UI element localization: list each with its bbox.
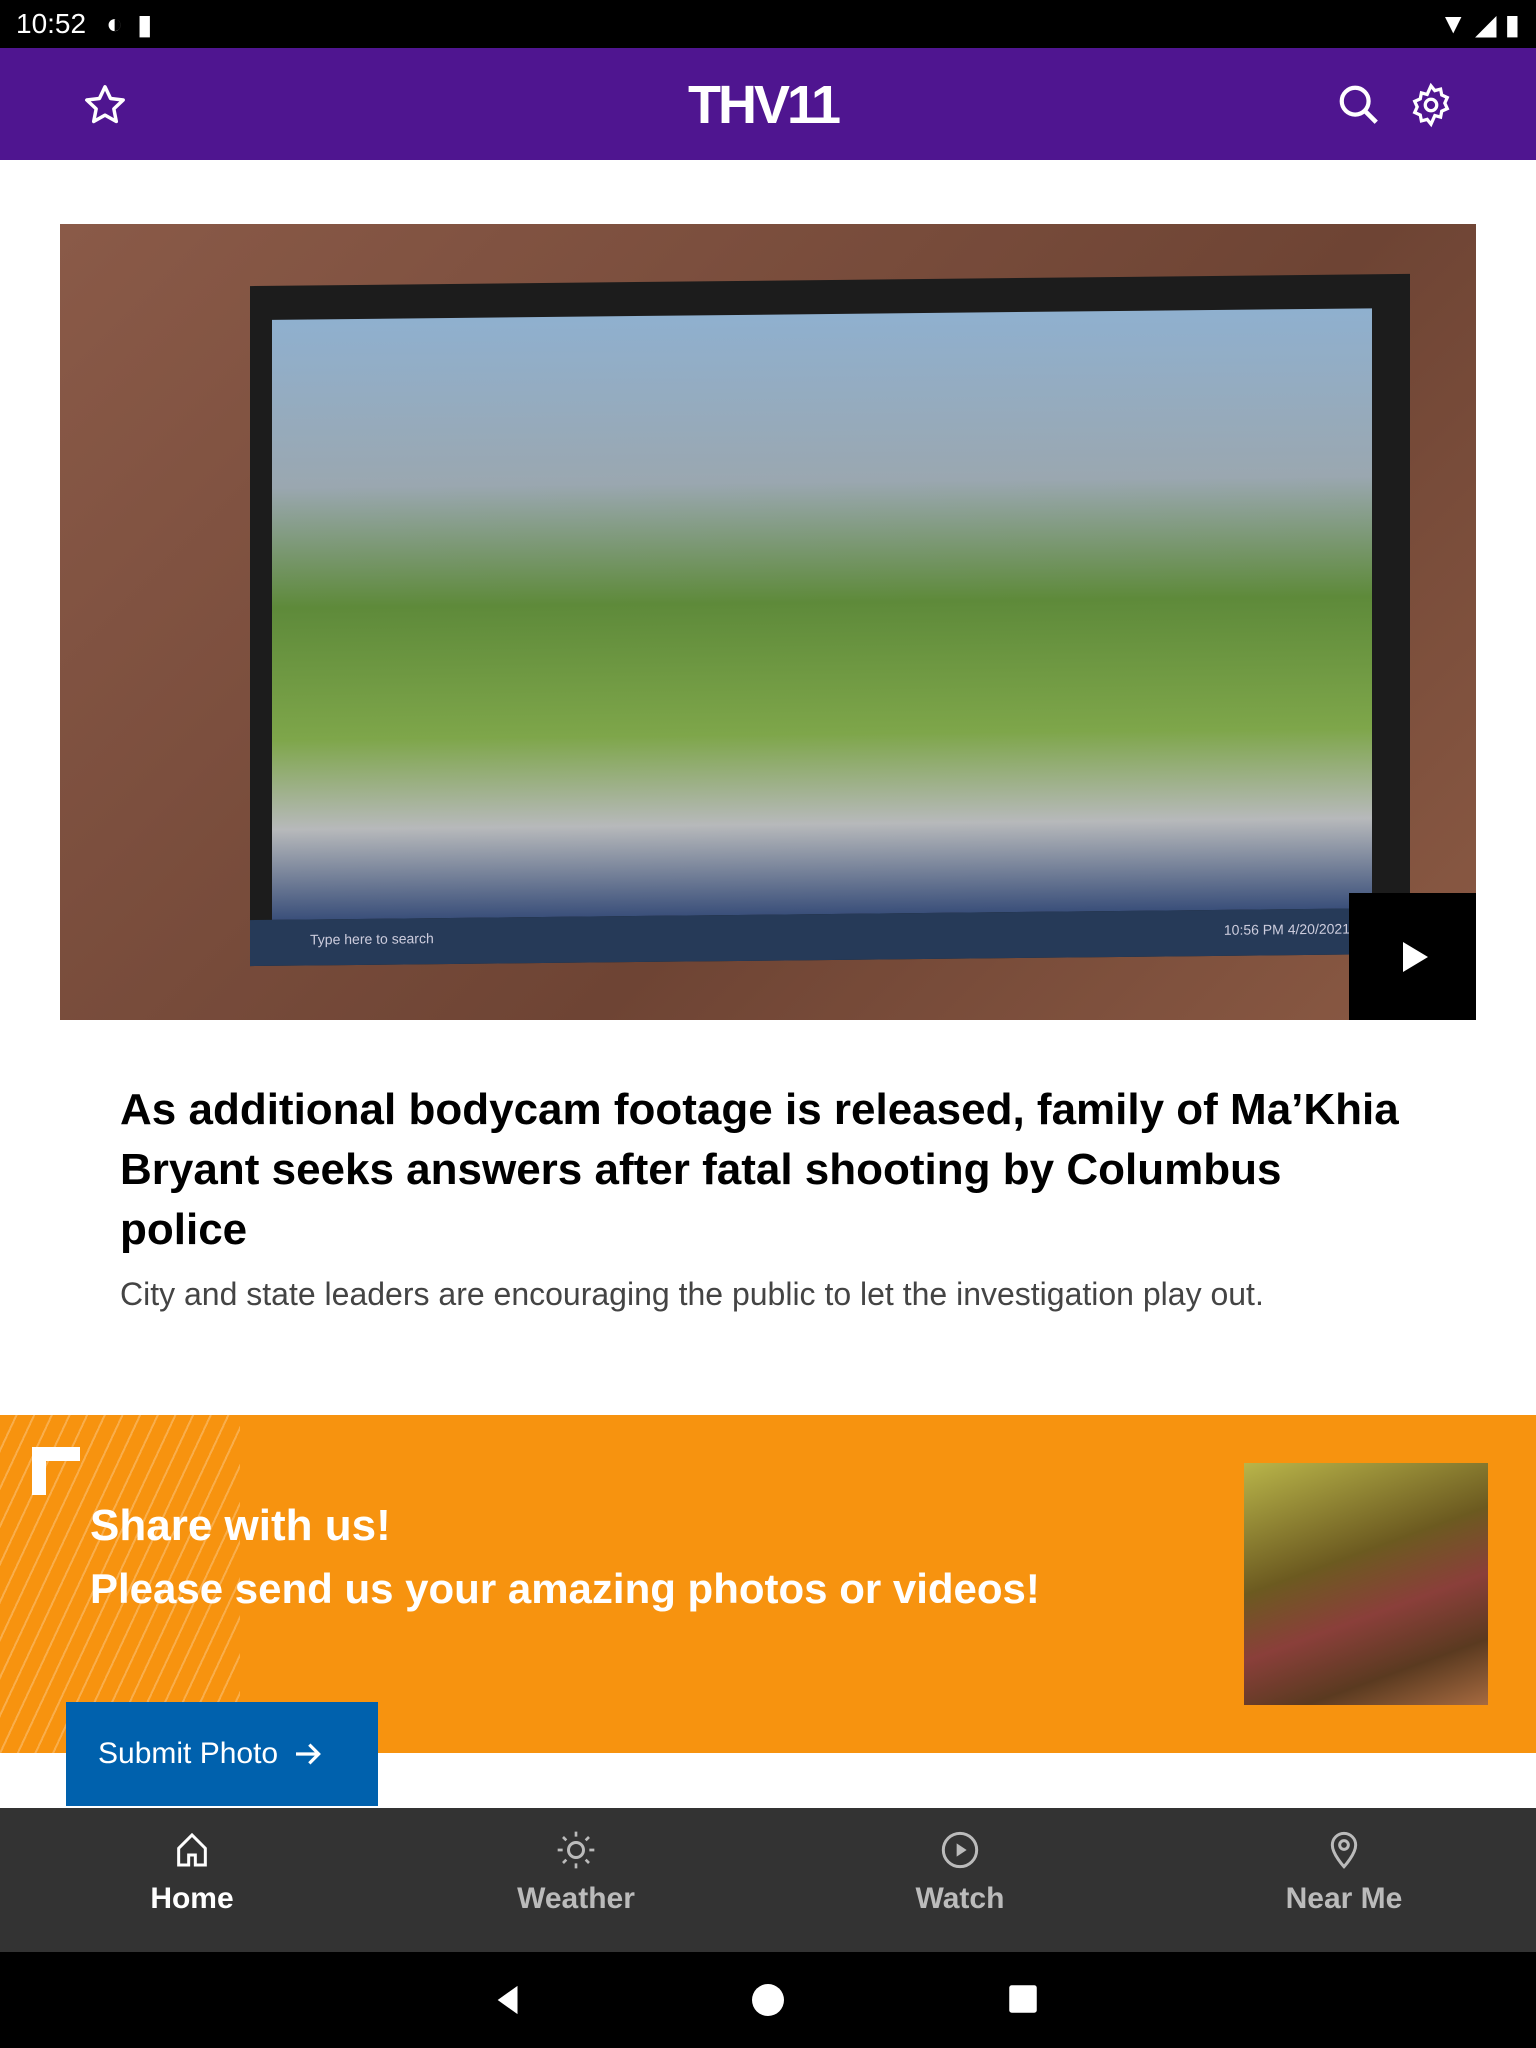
hero-video-thumbnail[interactable]: Type here to search 10:56 PM 4/20/2021 <box>60 224 1476 1020</box>
video-screen: Type here to search 10:56 PM 4/20/2021 <box>250 273 1410 967</box>
gear-icon[interactable] <box>1408 82 1454 128</box>
taskbar-search-text: Type here to search <box>310 930 434 948</box>
nav-home[interactable]: Home <box>0 1808 384 1952</box>
wifi-icon: ▼ <box>1439 8 1468 39</box>
signal-icon: ◢ <box>1475 8 1497 40</box>
nav-label: Near Me <box>1285 1882 1403 1915</box>
search-icon[interactable] <box>1336 82 1382 128</box>
sd-card-icon: ▮ <box>137 8 153 40</box>
status-time: 10:52 <box>16 8 87 39</box>
arrow-right-icon <box>296 1743 322 1765</box>
nav-label: Weather <box>517 1882 635 1915</box>
play-button[interactable] <box>1349 893 1476 1020</box>
nav-near-me[interactable]: Near Me <box>1152 1808 1536 1952</box>
battery-icon: ▮ <box>1504 8 1520 40</box>
back-icon[interactable] <box>492 1982 526 2018</box>
play-icon <box>1402 941 1428 972</box>
taskbar-clock: 10:56 PM 4/20/2021 <box>1223 920 1350 938</box>
nav-weather[interactable]: Weather <box>384 1808 768 1952</box>
bottom-nav: Home Weather Watch Near Me <box>0 1808 1536 1952</box>
bodycam-frame <box>272 308 1372 920</box>
notification-icon: ◐ <box>106 8 123 39</box>
sun-icon <box>557 1831 595 1869</box>
favorites-star-icon[interactable] <box>82 82 128 128</box>
submit-photo-button[interactable]: Submit Photo <box>66 1702 378 1806</box>
banner-subtitle: Please send us your amazing photos or vi… <box>90 1565 1040 1612</box>
thv11-logo[interactable]: THV11 <box>688 74 841 136</box>
location-pin-icon <box>1330 1831 1358 1869</box>
nav-label: Watch <box>915 1882 1005 1915</box>
system-nav-bar <box>0 1952 1536 2048</box>
app-header: THV11 <box>0 48 1536 160</box>
cabin-photo <box>1244 1463 1488 1705</box>
nav-watch[interactable]: Watch <box>768 1808 1152 1952</box>
corner-mark-icon <box>32 1447 80 1495</box>
home-circle-icon[interactable] <box>752 1984 784 2016</box>
home-icon <box>177 1832 207 1867</box>
banner-title: Share with us! <box>90 1501 391 1550</box>
nav-label: Home <box>150 1882 234 1915</box>
status-bar: 10:52 ◐ ▮ ▼ ◢ ▮ <box>0 0 1536 48</box>
article-summary: City and state leaders are encouraging t… <box>120 1276 1264 1312</box>
play-circle-icon <box>941 1831 979 1869</box>
article-headline[interactable]: As additional bodycam footage is release… <box>120 1080 1420 1260</box>
submit-photo-label: Submit Photo <box>98 1737 279 1770</box>
recents-icon[interactable] <box>1008 1984 1038 2014</box>
